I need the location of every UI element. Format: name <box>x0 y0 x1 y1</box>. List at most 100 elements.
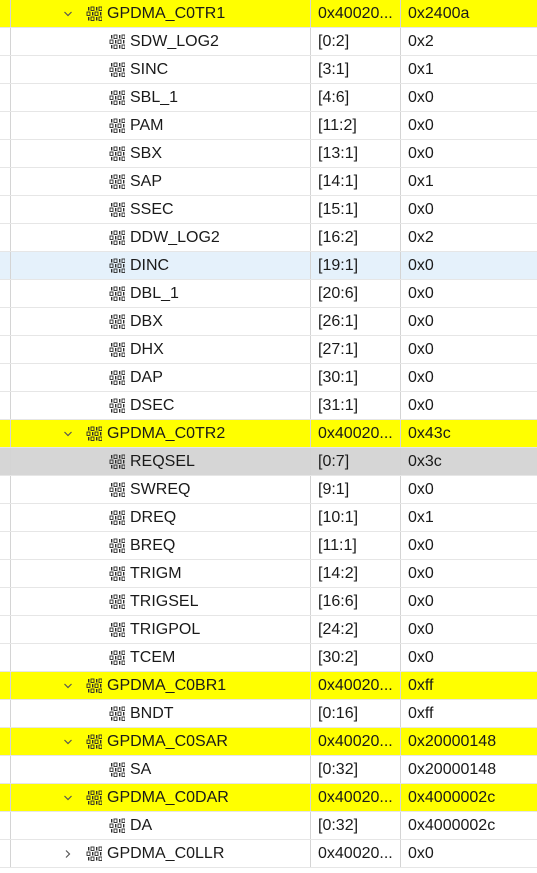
binary-register-icon <box>109 286 126 301</box>
field-row[interactable]: DHX [27:1] 0x0 <box>0 336 537 364</box>
value-cell[interactable]: 0x20000148 <box>401 728 537 755</box>
value-cell[interactable]: 0x0 <box>401 560 537 587</box>
field-row[interactable]: DINC [19:1] 0x0 <box>0 252 537 280</box>
field-row[interactable]: DA [0:32] 0x4000002c <box>0 812 537 840</box>
bit-range: [31:1] <box>318 397 359 414</box>
field-row[interactable]: DREQ [10:1] 0x1 <box>0 504 537 532</box>
value-cell[interactable]: 0x0 <box>401 252 537 279</box>
register-row[interactable]: GPDMA_C0SAR 0x40020... 0x20000148 <box>0 728 537 756</box>
field-row[interactable]: SAP [14:1] 0x1 <box>0 168 537 196</box>
field-row[interactable]: SINC [3:1] 0x1 <box>0 56 537 84</box>
binary-register-icon <box>109 818 126 833</box>
value-cell[interactable]: 0x4000002c <box>401 784 537 811</box>
bit-range-cell: [4:6] <box>311 84 401 111</box>
bit-range-cell: [14:2] <box>311 560 401 587</box>
name-cell: SBX <box>10 140 311 167</box>
value-cell[interactable]: 0x2 <box>401 28 537 55</box>
value-cell[interactable]: 0x3c <box>401 448 537 475</box>
bit-range: [0:2] <box>318 33 350 50</box>
field-value: 0x0 <box>408 397 434 414</box>
name-cell: BNDT <box>10 700 311 727</box>
field-row[interactable]: DDW_LOG2 [16:2] 0x2 <box>0 224 537 252</box>
bit-range-cell: [9:1] <box>311 476 401 503</box>
value-cell[interactable]: 0x0 <box>401 112 537 139</box>
name-cell: DREQ <box>10 504 311 531</box>
field-row[interactable]: BREQ [11:1] 0x0 <box>0 532 537 560</box>
field-row[interactable]: SBL_1 [4:6] 0x0 <box>0 84 537 112</box>
field-row[interactable]: TCEM [30:2] 0x0 <box>0 644 537 672</box>
value-cell[interactable]: 0x2 <box>401 224 537 251</box>
field-row[interactable]: DSEC [31:1] 0x0 <box>0 392 537 420</box>
value-cell[interactable]: 0x1 <box>401 56 537 83</box>
value-cell[interactable]: 0x0 <box>401 84 537 111</box>
value-cell[interactable]: 0xff <box>401 700 537 727</box>
binary-register-icon <box>86 734 103 749</box>
value-cell[interactable]: 0x1 <box>401 168 537 195</box>
field-value: 0x20000148 <box>408 761 497 778</box>
field-row[interactable]: DAP [30:1] 0x0 <box>0 364 537 392</box>
value-cell[interactable]: 0x0 <box>401 476 537 503</box>
binary-register-icon <box>109 174 126 189</box>
register-address: 0x40020... <box>318 677 393 694</box>
field-row[interactable]: DBL_1 [20:6] 0x0 <box>0 280 537 308</box>
field-row[interactable]: SDW_LOG2 [0:2] 0x2 <box>0 28 537 56</box>
value-cell[interactable]: 0x0 <box>401 364 537 391</box>
value-cell[interactable]: 0x0 <box>401 196 537 223</box>
binary-register-icon <box>109 454 126 469</box>
field-row[interactable]: REQSEL [0:7] 0x3c <box>0 448 537 476</box>
name-cell: SINC <box>10 56 311 83</box>
value-cell[interactable]: 0x20000148 <box>401 756 537 783</box>
chevron-right-icon[interactable] <box>61 840 75 867</box>
value-cell[interactable]: 0x0 <box>401 280 537 307</box>
value-cell[interactable]: 0x0 <box>401 308 537 335</box>
bit-range: [0:16] <box>318 705 359 722</box>
field-row[interactable]: DBX [26:1] 0x0 <box>0 308 537 336</box>
field-row[interactable]: TRIGM [14:2] 0x0 <box>0 560 537 588</box>
value-cell[interactable]: 0x0 <box>401 616 537 643</box>
name-cell: DA <box>10 812 311 839</box>
register-name: GPDMA_C0LLR <box>107 845 225 862</box>
field-row[interactable]: SBX [13:1] 0x0 <box>0 140 537 168</box>
value-cell[interactable]: 0x0 <box>401 392 537 419</box>
value-cell[interactable]: 0xff <box>401 672 537 699</box>
name-cell: TRIGM <box>10 560 311 587</box>
value-cell[interactable]: 0x0 <box>401 840 537 867</box>
binary-register-icon <box>109 482 126 497</box>
value-cell[interactable]: 0x0 <box>401 644 537 671</box>
value-cell[interactable]: 0x0 <box>401 336 537 363</box>
bit-range: [11:2] <box>318 117 357 134</box>
binary-register-icon <box>109 90 126 105</box>
field-row[interactable]: SSEC [15:1] 0x0 <box>0 196 537 224</box>
field-name: TCEM <box>130 649 176 666</box>
field-value: 0x0 <box>408 201 434 218</box>
field-row[interactable]: SWREQ [9:1] 0x0 <box>0 476 537 504</box>
register-row[interactable]: GPDMA_C0TR2 0x40020... 0x43c <box>0 420 537 448</box>
value-cell[interactable]: 0x43c <box>401 420 537 447</box>
register-row[interactable]: GPDMA_C0TR1 0x40020... 0x2400a <box>0 0 537 28</box>
register-row[interactable]: GPDMA_C0BR1 0x40020... 0xff <box>0 672 537 700</box>
name-cell: DSEC <box>10 392 311 419</box>
register-row[interactable]: GPDMA_C0LLR 0x40020... 0x0 <box>0 840 537 868</box>
chevron-down-icon[interactable] <box>61 672 75 699</box>
field-row[interactable]: SA [0:32] 0x20000148 <box>0 756 537 784</box>
value-cell[interactable]: 0x4000002c <box>401 812 537 839</box>
name-cell: GPDMA_C0SAR <box>10 728 311 755</box>
binary-register-icon <box>109 398 126 413</box>
register-row[interactable]: GPDMA_C0DAR 0x40020... 0x4000002c <box>0 784 537 812</box>
field-value: 0x0 <box>408 89 434 106</box>
value-cell[interactable]: 0x2400a <box>401 0 537 27</box>
field-row[interactable]: TRIGSEL [16:6] 0x0 <box>0 588 537 616</box>
value-cell[interactable]: 0x1 <box>401 504 537 531</box>
bit-range: [14:2] <box>318 565 359 582</box>
chevron-down-icon[interactable] <box>61 420 75 447</box>
chevron-down-icon[interactable] <box>61 784 75 811</box>
field-row[interactable]: PAM [11:2] 0x0 <box>0 112 537 140</box>
chevron-down-icon[interactable] <box>61 0 75 27</box>
value-cell[interactable]: 0x0 <box>401 588 537 615</box>
field-row[interactable]: BNDT [0:16] 0xff <box>0 700 537 728</box>
field-row[interactable]: TRIGPOL [24:2] 0x0 <box>0 616 537 644</box>
chevron-down-icon[interactable] <box>61 728 75 755</box>
field-name: DHX <box>130 341 164 358</box>
value-cell[interactable]: 0x0 <box>401 532 537 559</box>
value-cell[interactable]: 0x0 <box>401 140 537 167</box>
